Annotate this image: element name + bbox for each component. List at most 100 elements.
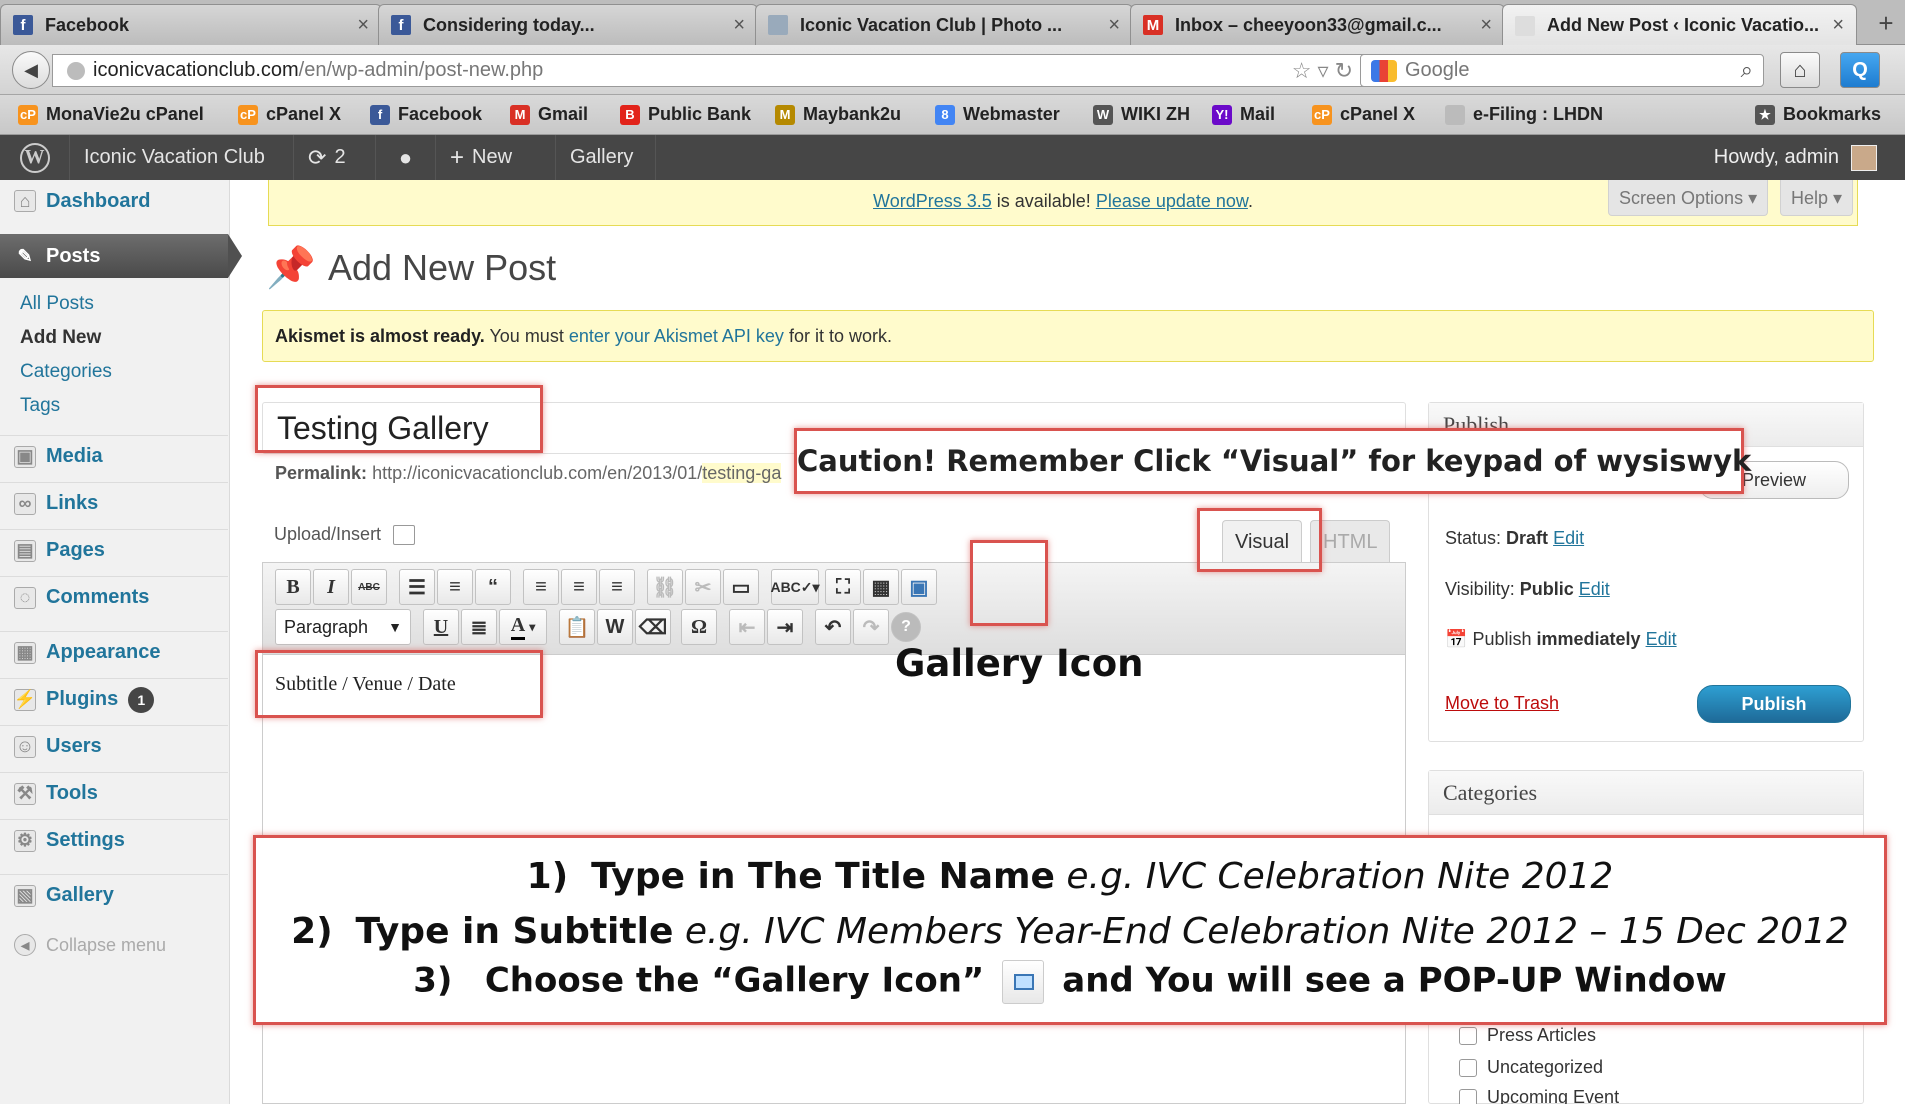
kitchen-sink-button[interactable]: ▦ [863,569,899,605]
fullscreen-button[interactable]: ⛶ [825,569,861,605]
close-tab-icon[interactable]: × [1108,14,1120,37]
akismet-api-key-link[interactable]: enter your Akismet API key [569,326,784,346]
sidebar-item-users[interactable]: ☺ Users [0,725,228,767]
wordpress-version-link[interactable]: WordPress 3.5 [873,191,992,211]
new-tab-button[interactable]: + [1872,8,1900,40]
publish-button[interactable]: Publish [1697,685,1851,723]
sidebar-item-appearance[interactable]: ▦ Appearance [0,631,228,673]
special-character-button[interactable]: Ω [681,609,717,645]
bookmark-item[interactable]: f Facebook [370,104,482,125]
close-tab-icon[interactable]: × [1832,14,1844,37]
addon-button[interactable]: Q [1840,52,1880,88]
category-checkbox[interactable] [1459,1088,1477,1104]
browser-tab[interactable]: f Facebook × [0,4,382,45]
close-tab-icon[interactable]: × [1480,14,1492,37]
text-color-button[interactable]: A ▾ [499,609,547,645]
sidebar-item-links[interactable]: ∞ Links [0,482,228,524]
bookmark-item[interactable]: cP cPanel X [1312,104,1415,125]
collapse-menu-button[interactable]: ◂ Collapse menu [0,924,228,966]
admin-bar-new[interactable]: + New [436,135,556,180]
justify-button[interactable]: ≣ [461,609,497,645]
category-checkbox[interactable] [1459,1026,1477,1045]
site-identity-icon[interactable] [67,61,85,80]
sidebar-item-pages[interactable]: ▤ Pages [0,529,228,571]
add-media-icon[interactable] [393,524,416,545]
bookmark-item[interactable]: 8 Webmaster [935,104,1060,125]
strikethrough-button[interactable]: ABC [351,569,387,605]
sidebar-item-settings[interactable]: ⚙ Settings [0,819,228,861]
sidebar-sub-tags[interactable]: Tags [20,395,60,417]
browser-tab[interactable]: Add New Post ‹ Iconic Vacatio... × [1502,4,1857,46]
italic-button[interactable]: I [313,569,349,605]
sidebar-item-posts[interactable]: ✎ Posts [0,234,242,278]
bookmark-item[interactable]: Y! Mail [1212,104,1275,125]
bookmark-item[interactable]: B Public Bank [620,104,751,125]
outdent-button[interactable]: ⇤ [729,609,765,645]
admin-bar-comments[interactable]: ● [376,135,436,180]
blockquote-button[interactable]: “ [475,569,511,605]
google-icon[interactable] [1371,59,1397,82]
unlink-button[interactable]: ✂ [685,569,721,605]
sidebar-item-tools[interactable]: ⚒ Tools [0,772,228,814]
help-button[interactable]: Help ▾ [1780,180,1854,216]
sidebar-sub-add-new[interactable]: Add New [20,327,101,349]
edit-status-link[interactable]: Edit [1553,528,1584,548]
bullet-list-button[interactable]: ☰ [399,569,435,605]
align-left-button[interactable]: ≡ [523,569,559,605]
format-select[interactable]: Paragraph ▼ [275,609,411,645]
bookmark-item[interactable]: W WIKI ZH [1093,104,1190,125]
numbered-list-button[interactable]: ≡ [437,569,473,605]
search-bar[interactable]: Google ⌕ [1360,54,1764,87]
wordpress-logo-menu[interactable]: W [0,135,70,180]
insert-link-button[interactable]: ⛓ [647,569,683,605]
category-item[interactable]: Uncategorized [1459,1057,1603,1078]
align-right-button[interactable]: ≡ [599,569,635,605]
sidebar-item-plugins[interactable]: ⚡ Plugins 1 [0,678,228,720]
sidebar-sub-categories[interactable]: Categories [20,361,112,383]
edit-visibility-link[interactable]: Edit [1579,579,1610,599]
bookmark-item[interactable]: e-Filing : LHDN [1445,104,1603,125]
admin-bar-account[interactable]: Howdy, admin [1714,135,1877,180]
url-bar[interactable]: iconicvacationclub.com/en/wp-admin/post-… [52,54,1372,87]
bookmarks-menu[interactable]: ★ Bookmarks [1755,104,1881,125]
spellcheck-button[interactable]: ABC✓▾ [770,569,820,605]
admin-bar-updates[interactable]: ⟳ 2 [294,135,376,180]
paste-word-button[interactable]: W [597,609,633,645]
bookmark-star-reload-icons[interactable]: ☆▿↻ [1292,58,1359,84]
sidebar-item-comments[interactable]: ◌ Comments [0,576,228,618]
indent-button[interactable]: ⇥ [767,609,803,645]
category-item[interactable]: Upcoming Event [1459,1087,1619,1104]
paste-text-button[interactable]: 📋 [559,609,595,645]
browser-tab[interactable]: Iconic Vacation Club | Photo ... × [755,4,1133,45]
category-checkbox[interactable] [1459,1058,1477,1077]
browser-tab[interactable]: M Inbox – cheeyoon33@gmail.c... × [1130,4,1505,45]
browser-tab[interactable]: f Considering today... × [378,4,758,45]
align-center-button[interactable]: ≡ [561,569,597,605]
bookmark-item[interactable]: M Maybank2u [775,104,901,125]
sidebar-sub-all-posts[interactable]: All Posts [20,293,94,315]
close-tab-icon[interactable]: × [733,14,745,37]
back-button[interactable]: ◀ [12,51,50,89]
editor-help-button[interactable]: ? [891,612,921,642]
close-tab-icon[interactable]: × [357,14,369,37]
admin-bar-gallery[interactable]: Gallery [556,135,656,180]
bookmark-item[interactable]: cP MonaVie2u cPanel [18,104,204,125]
admin-bar-site-name[interactable]: Iconic Vacation Club [70,135,294,180]
bookmark-item[interactable]: cP cPanel X [238,104,341,125]
move-to-trash-link[interactable]: Move to Trash [1445,693,1559,714]
redo-button[interactable]: ↷ [853,609,889,645]
undo-button[interactable]: ↶ [815,609,851,645]
sidebar-item-media[interactable]: ▣ Media [0,435,228,477]
edit-publish-time-link[interactable]: Edit [1646,629,1677,649]
gallery-insert-button[interactable]: ▣ [901,569,937,605]
screen-options-button[interactable]: Screen Options ▾ [1608,180,1769,216]
tab-html[interactable]: HTML [1310,520,1391,562]
sidebar-item-dashboard[interactable]: ⌂ Dashboard [0,180,228,222]
update-now-link[interactable]: Please update now [1096,191,1248,211]
permalink-slug[interactable]: testing-ga [702,463,782,483]
search-icon[interactable]: ⌕ [1741,57,1753,83]
remove-format-button[interactable]: ⌫ [635,609,671,645]
insert-more-button[interactable]: ▭ [723,569,759,605]
underline-button[interactable]: U [423,609,459,645]
category-item[interactable]: Press Articles [1459,1025,1596,1046]
